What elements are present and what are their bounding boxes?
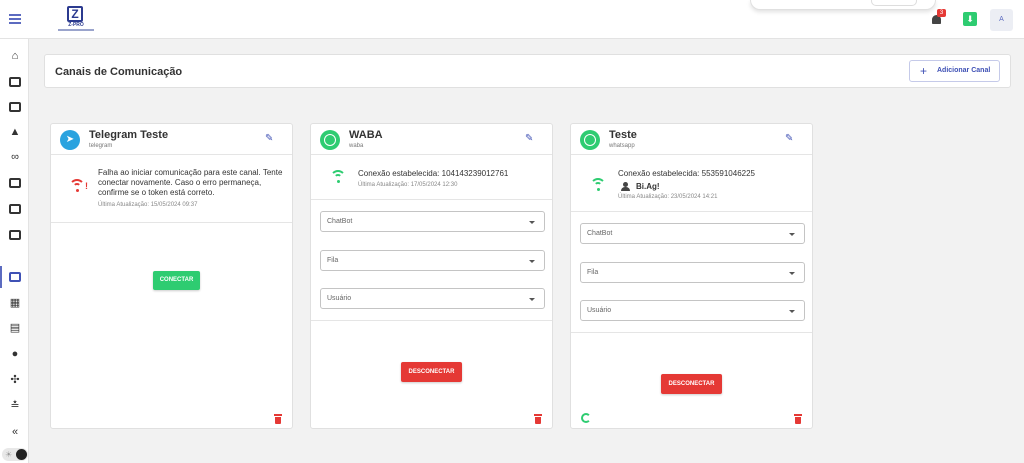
divider — [311, 199, 552, 200]
status-text: Conexão estabelecida: 553591046225 — [618, 169, 756, 178]
channel-card-telegram: ➤ Telegram Teste telegram ✎ ! Falha ao i… — [50, 123, 293, 429]
rocket-icon[interactable]: ▲ — [8, 125, 22, 139]
message-icon[interactable] — [8, 176, 22, 190]
last-update: Última Atualização: 23/05/2024 14:21 — [618, 194, 718, 200]
app-logo[interactable]: Z Z-PRO — [58, 6, 94, 34]
channel-name: Teste — [609, 129, 637, 141]
sun-icon: ☀ — [5, 450, 13, 459]
chat-icon[interactable] — [8, 75, 22, 89]
page-title: Canais de Comunicação — [55, 66, 183, 78]
status-text: Conexão estabelecida: 104143239012761 — [358, 169, 509, 178]
chatbot-select[interactable]: ChatBot — [580, 223, 805, 244]
chevron-down-icon — [789, 272, 795, 275]
profile-name: Bi.Ag! — [636, 182, 660, 191]
users-icon[interactable]: ● — [8, 347, 22, 361]
page-header: Canais de Comunicação + Adicionar Canal — [44, 54, 1011, 88]
plus-icon: + — [920, 64, 928, 78]
queue-select-label: Fila — [327, 257, 339, 264]
channel-type: whatsapp — [609, 143, 635, 149]
trash-icon[interactable] — [274, 414, 282, 424]
channel-type: waba — [349, 143, 364, 149]
edit-icon[interactable]: ✎ — [265, 134, 275, 144]
trash-icon[interactable] — [794, 414, 802, 424]
last-update: Última Atualização: 15/05/2024 09:37 — [98, 202, 198, 208]
home-icon[interactable]: ⌂ — [8, 49, 22, 63]
wifi-connected-icon — [330, 170, 350, 186]
top-bar: Z Z-PRO 3 ⬇ A — [0, 0, 1024, 39]
card-header: Teste whatsapp ✎ — [571, 124, 812, 155]
edit-icon[interactable]: ✎ — [785, 134, 795, 144]
add-channel-button[interactable]: + Adicionar Canal — [909, 60, 1000, 82]
connect-button[interactable]: CONECTAR — [153, 271, 200, 290]
contacts-icon[interactable] — [8, 100, 22, 114]
divider — [311, 320, 552, 321]
person-icon — [621, 182, 630, 191]
avatar[interactable]: A — [990, 9, 1013, 31]
wifi-error-icon: ! — [69, 179, 89, 195]
flow-icon[interactable]: ∞ — [8, 150, 22, 164]
edit-icon[interactable]: ✎ — [525, 134, 535, 144]
whatsapp-icon — [580, 130, 600, 150]
divider — [51, 222, 292, 223]
add-channel-label: Adicionar Canal — [937, 67, 991, 74]
channel-card-whatsapp: Teste whatsapp ✎ Conexão estabelecida: 5… — [570, 123, 813, 429]
status-text: Falha ao iniciar comunicação para este c… — [98, 168, 283, 197]
user-select[interactable]: Usuário — [580, 300, 805, 321]
telegram-icon: ➤ — [60, 130, 80, 150]
card-header: WABA waba ✎ — [311, 124, 552, 155]
download-icon[interactable]: ⬇ — [963, 12, 977, 26]
sidebar: ⌂ ▲ ∞ ▦ ▤ ● ✣ ≛ « ☀ — [0, 39, 29, 463]
queue-select-label: Fila — [587, 269, 599, 276]
theme-toggle[interactable]: ☀ — [2, 448, 28, 461]
chevron-down-icon — [789, 233, 795, 236]
queue-select[interactable]: Fila — [320, 250, 545, 271]
menu-icon[interactable] — [7, 12, 23, 28]
user-select-label: Usuário — [327, 295, 352, 302]
chatbot-select[interactable]: ChatBot — [320, 211, 545, 232]
api-icon[interactable]: ✣ — [8, 373, 22, 387]
divider — [571, 211, 812, 212]
refresh-icon[interactable] — [581, 413, 591, 423]
collapse-icon[interactable]: « — [8, 425, 22, 439]
wifi-connected-icon — [590, 178, 610, 194]
logo-text: Z-PRO — [68, 22, 84, 28]
trash-icon[interactable] — [534, 414, 542, 424]
toggle-knob — [16, 449, 27, 460]
task-icon[interactable] — [8, 228, 22, 242]
last-update: Última Atualização: 17/05/2024 12:30 — [358, 182, 458, 188]
whatsapp-icon — [320, 130, 340, 150]
chevron-down-icon — [529, 298, 535, 301]
channel-name: WABA — [349, 129, 383, 141]
divider — [571, 332, 812, 333]
chatbot-select-label: ChatBot — [327, 218, 353, 225]
channel-name: Telegram Teste — [89, 129, 169, 141]
chevron-down-icon — [529, 260, 535, 263]
chevron-down-icon — [529, 221, 535, 224]
chatbot-select-label: ChatBot — [587, 230, 613, 237]
user-select[interactable]: Usuário — [320, 288, 545, 309]
disconnect-button[interactable]: DESCONECTAR — [661, 374, 722, 394]
top-popover — [750, 0, 936, 10]
disconnect-button[interactable]: DESCONECTAR — [401, 362, 462, 382]
user-select-label: Usuário — [587, 307, 612, 314]
channel-card-waba: WABA waba ✎ Conexão estabelecida: 104143… — [310, 123, 553, 429]
calendar-icon[interactable] — [8, 202, 22, 216]
channel-type: telegram — [89, 143, 113, 149]
queue-icon[interactable]: ≛ — [8, 399, 22, 413]
kanban-icon[interactable]: ▦ — [8, 296, 22, 310]
report-icon[interactable]: ▤ — [8, 321, 22, 335]
channels-icon[interactable] — [0, 266, 22, 288]
card-header: ➤ Telegram Teste telegram ✎ — [51, 124, 292, 155]
chevron-down-icon — [789, 310, 795, 313]
queue-select[interactable]: Fila — [580, 262, 805, 283]
notification-badge: 3 — [937, 9, 946, 17]
